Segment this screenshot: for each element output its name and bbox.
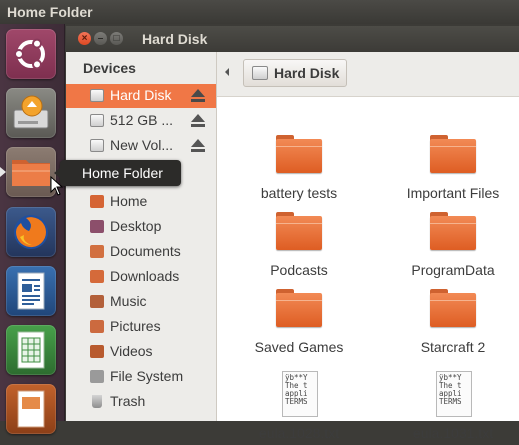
software-icon — [13, 95, 49, 129]
file-name: ProgramData — [411, 262, 495, 278]
firefox-icon — [14, 215, 48, 249]
sidebar-item-label: Downloads — [110, 268, 180, 284]
file-item-folder[interactable]: battery tests — [234, 135, 364, 205]
folder-icon — [276, 289, 322, 327]
file-grid: battery tests Important Files Podcasts P… — [217, 97, 519, 441]
sidebar-item-label: Documents — [110, 243, 181, 259]
top-panel: Home Folder — [0, 0, 519, 24]
path-bar: Hard Disk — [217, 52, 519, 97]
music-icon — [90, 295, 104, 308]
sidebar-item-label: Music — [110, 293, 147, 309]
tooltip-text: Home Folder — [82, 165, 163, 181]
sidebar-item-hard-disk[interactable]: Hard Disk — [66, 84, 216, 108]
downloads-icon — [90, 270, 104, 283]
eject-icon[interactable] — [191, 139, 205, 153]
devices-section-title: Devices — [83, 60, 136, 76]
folder-icon — [12, 160, 50, 186]
close-button[interactable]: × — [78, 32, 91, 45]
home-folder-launcher-button[interactable] — [6, 147, 56, 197]
ubuntu-logo-icon — [14, 38, 45, 70]
sidebar-item-label: Trash — [110, 393, 146, 409]
eject-icon[interactable] — [191, 89, 205, 103]
path-back-arrow-icon[interactable] — [225, 68, 229, 76]
text-file-icon: ÿb**Y The t appli TERMS — [436, 371, 472, 417]
sidebar-item-downloads[interactable]: Downloads — [66, 265, 216, 289]
firefox-button[interactable] — [6, 207, 56, 257]
file-item-text[interactable]: ÿb**Y The t appli TERMS eula.1031.txt — [388, 371, 518, 445]
file-item-folder[interactable]: Starcraft 2 — [388, 289, 518, 359]
top-panel-title: Home Folder — [7, 4, 93, 20]
sidebar-item-documents[interactable]: Documents — [66, 240, 216, 264]
drive-icon — [90, 139, 104, 152]
minimize-button[interactable]: – — [94, 32, 107, 45]
file-item-folder[interactable]: Saved Games — [234, 289, 364, 359]
calc-icon — [17, 331, 45, 369]
folder-icon — [430, 212, 476, 250]
maximize-button[interactable]: □ — [110, 32, 123, 45]
folder-icon — [276, 135, 322, 173]
launcher — [0, 24, 65, 434]
desktop-icon — [90, 220, 104, 233]
text-file-icon: ÿb**Y The t appli TERMS — [282, 371, 318, 417]
file-item-folder[interactable]: Important Files — [388, 135, 518, 205]
file-name: eula.1028.txt — [258, 425, 340, 441]
sidebar-item-label: File System — [110, 368, 184, 384]
software-updater-button[interactable] — [6, 88, 56, 138]
ubuntu-dash-button[interactable] — [6, 29, 56, 79]
folder-icon — [430, 135, 476, 173]
file-name: Starcraft 2 — [420, 339, 486, 355]
hard-disk-icon — [252, 66, 268, 80]
launcher-tooltip: Home Folder — [54, 160, 181, 186]
sidebar-item-music[interactable]: Music — [66, 290, 216, 314]
sidebar-item-label: Desktop — [110, 218, 162, 234]
sidebar-item-home[interactable]: Home — [66, 190, 216, 214]
breadcrumb-hard-disk[interactable]: Hard Disk — [243, 59, 347, 87]
folder-icon — [430, 289, 476, 327]
sidebar-item-label: 512 GB ... — [110, 112, 174, 128]
eject-icon[interactable] — [191, 114, 205, 128]
drive-icon — [90, 114, 104, 127]
sidebar-item-new-volume[interactable]: New Vol... — [66, 134, 216, 158]
hard-disk-icon — [90, 89, 104, 102]
sidebar-item-512gb[interactable]: 512 GB ... — [66, 109, 216, 133]
libreoffice-writer-button[interactable] — [6, 266, 56, 316]
videos-icon — [90, 345, 104, 358]
libreoffice-calc-button[interactable] — [6, 325, 56, 375]
active-indicator-icon — [0, 167, 6, 177]
file-name: Saved Games — [254, 339, 344, 355]
home-icon — [90, 195, 104, 208]
mouse-cursor-icon — [50, 176, 64, 196]
breadcrumb-label: Hard Disk — [274, 65, 340, 81]
places-sidebar: Devices Hard Disk 512 GB ... New Vol... … — [66, 52, 217, 421]
sidebar-item-file-system[interactable]: File System — [66, 365, 216, 389]
file-item-folder[interactable]: ProgramData — [388, 212, 518, 282]
sidebar-item-label: Pictures — [110, 318, 161, 334]
sidebar-item-label: New Vol... — [110, 137, 174, 153]
libreoffice-impress-button[interactable] — [6, 384, 56, 434]
filesystem-icon — [90, 370, 104, 383]
window-title: Hard Disk — [142, 31, 208, 47]
sidebar-item-videos[interactable]: Videos — [66, 340, 216, 364]
sidebar-item-label: Hard Disk — [110, 87, 172, 103]
file-item-folder[interactable]: Podcasts — [234, 212, 364, 282]
sidebar-item-desktop[interactable]: Desktop — [66, 215, 216, 239]
folder-icon — [276, 212, 322, 250]
sidebar-item-label: Videos — [110, 343, 153, 359]
pictures-icon — [90, 320, 104, 333]
sidebar-item-label: Home — [110, 193, 148, 209]
window-titlebar[interactable]: × – □ Hard Disk — [66, 26, 519, 52]
sidebar-item-pictures[interactable]: Pictures — [66, 315, 216, 339]
sidebar-item-trash[interactable]: Trash — [66, 390, 216, 414]
file-name: battery tests — [260, 185, 338, 201]
trash-icon — [92, 395, 102, 408]
file-name: Important Files — [406, 185, 500, 201]
impress-icon — [17, 390, 45, 428]
file-manager-window: × – □ Hard Disk Devices Hard Disk 512 GB… — [66, 26, 519, 441]
file-name: eula.1031.txt — [412, 425, 494, 441]
documents-icon — [90, 245, 104, 258]
file-item-text[interactable]: ÿb**Y The t appli TERMS eula.1028.txt — [234, 371, 364, 445]
writer-icon — [17, 272, 45, 310]
file-name: Podcasts — [270, 262, 328, 278]
